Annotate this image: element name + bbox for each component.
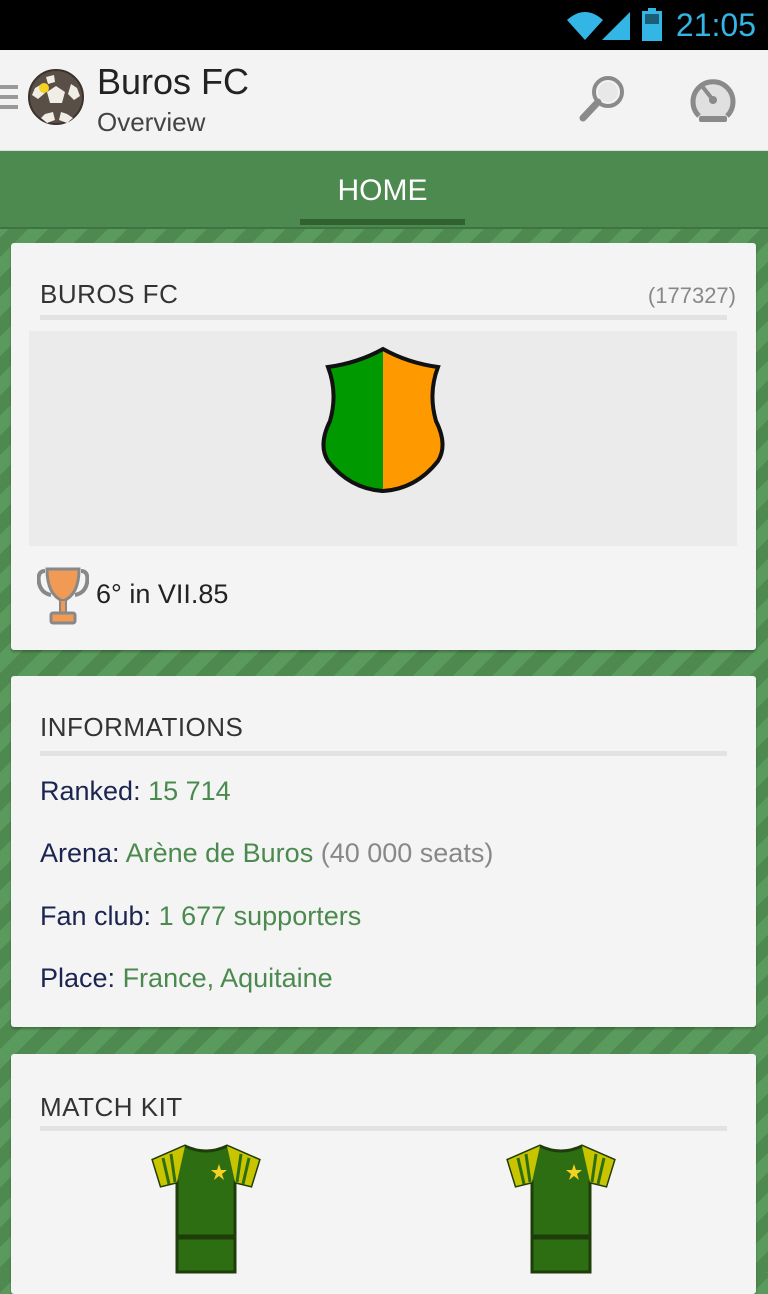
speedometer-icon[interactable] xyxy=(685,72,741,128)
info-row-arena: Arena: Arène de Buros (40 000 seats) xyxy=(40,838,493,869)
trophy-icon xyxy=(37,567,89,625)
info-label: Arena: xyxy=(40,838,120,868)
league-rank: 6° in VII.85 xyxy=(96,579,229,609)
crest-area xyxy=(29,331,737,546)
divider xyxy=(40,315,727,320)
search-icon[interactable] xyxy=(575,72,631,128)
place-value[interactable]: France, Aquitaine xyxy=(123,963,333,993)
info-row-ranked: Ranked: 15 714 xyxy=(40,776,231,807)
club-logo-ball-icon[interactable] xyxy=(27,68,85,126)
away-kit-icon[interactable] xyxy=(504,1142,618,1282)
divider xyxy=(40,751,727,756)
drawer-menu-icon[interactable] xyxy=(0,85,20,115)
ranked-value: 15 714 xyxy=(148,776,231,806)
tab-home[interactable]: HOME xyxy=(300,151,465,227)
info-label: Ranked: xyxy=(40,776,141,806)
club-crest-icon[interactable] xyxy=(316,345,450,495)
status-time: 21:05 xyxy=(675,7,756,43)
info-card-title: INFORMATIONS xyxy=(40,712,244,742)
battery-icon xyxy=(642,8,662,41)
info-label: Place: xyxy=(40,963,116,993)
arena-value[interactable]: Arène de Buros xyxy=(126,838,314,868)
info-card: INFORMATIONS Ranked: 15 714 Arena: Arène… xyxy=(11,676,756,1027)
info-label: Fan club: xyxy=(40,901,152,931)
kit-card: MATCH KIT xyxy=(11,1054,756,1294)
kit-card-title: MATCH KIT xyxy=(40,1092,183,1122)
page-subtitle: Overview xyxy=(97,107,206,137)
club-card-title: BUROS FC xyxy=(40,279,179,309)
arena-seats: (40 000 seats) xyxy=(320,838,494,868)
status-bar: 21:05 xyxy=(0,0,768,50)
club-id: (177327) xyxy=(647,283,736,308)
info-row-place: Place: France, Aquitaine xyxy=(40,963,333,994)
fanclub-value[interactable]: 1 677 supporters xyxy=(159,901,362,931)
info-row-fanclub: Fan club: 1 677 supporters xyxy=(40,901,361,932)
tab-selected-indicator xyxy=(300,219,465,225)
page-title: Buros FC xyxy=(97,61,250,102)
wifi-icon xyxy=(567,12,603,40)
action-bar: Buros FC Overview xyxy=(0,50,768,151)
signal-icon xyxy=(602,12,630,40)
club-card: BUROS FC (177327) 6° in VII.85 xyxy=(11,243,756,650)
tab-bar: HOME xyxy=(0,151,768,229)
home-kit-icon[interactable] xyxy=(149,1142,263,1282)
divider xyxy=(40,1126,727,1131)
